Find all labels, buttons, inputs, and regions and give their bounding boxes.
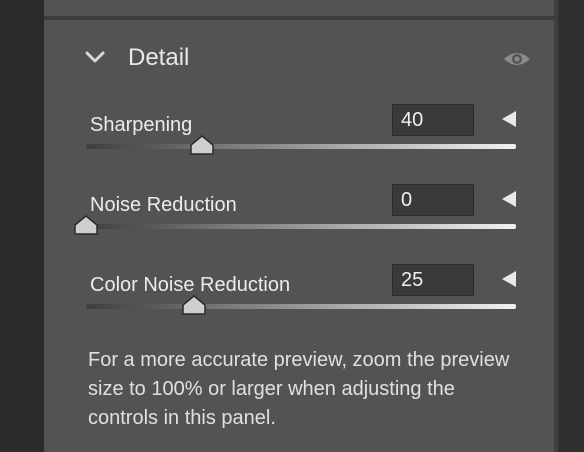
control-sharpening: Sharpening	[44, 104, 554, 194]
color-noise-reduction-slider-track[interactable]	[86, 304, 516, 309]
scrollbar-track[interactable]	[558, 0, 584, 452]
sharpening-value-field[interactable]	[392, 104, 474, 136]
section-title: Detail	[128, 44, 190, 71]
noise-reduction-slider-track[interactable]	[86, 224, 516, 229]
sharpening-slider-track[interactable]	[86, 144, 516, 149]
left-gutter	[0, 0, 44, 452]
reset-arrow-icon[interactable]	[500, 109, 518, 129]
reset-arrow-icon[interactable]	[500, 189, 518, 209]
sharpening-label: Sharpening	[90, 114, 193, 136]
reset-arrow-icon[interactable]	[500, 269, 518, 289]
color-noise-reduction-value-field[interactable]	[392, 264, 474, 296]
eye-icon[interactable]	[502, 49, 532, 69]
color-noise-reduction-slider-thumb[interactable]	[181, 294, 207, 316]
noise-reduction-slider-thumb[interactable]	[73, 214, 99, 236]
sharpening-slider-thumb[interactable]	[189, 134, 215, 156]
noise-reduction-label: Noise Reduction	[90, 194, 237, 216]
preview-hint-text: For a more accurate preview, zoom the pr…	[88, 349, 510, 429]
noise-reduction-value-field[interactable]	[392, 184, 474, 216]
section-header[interactable]: Detail	[44, 20, 554, 96]
control-color-noise-reduction: Color Noise Reduction	[44, 264, 554, 354]
detail-panel: Detail Sharpening Noise Reduction Color …	[44, 20, 554, 452]
previous-section-edge	[44, 0, 554, 16]
control-noise-reduction: Noise Reduction	[44, 184, 554, 274]
chevron-down-icon[interactable]	[84, 48, 106, 66]
